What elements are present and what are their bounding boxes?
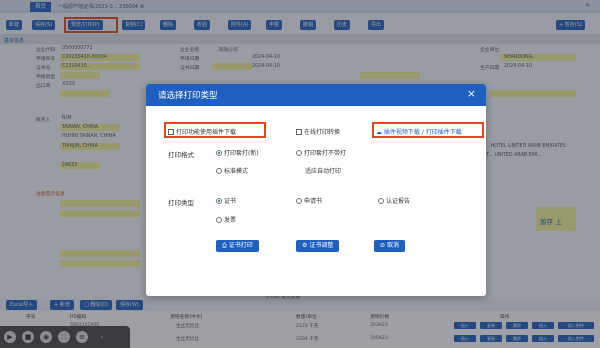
- type-option-certificate[interactable]: 证书: [216, 196, 236, 205]
- print-certificate-button[interactable]: ⎙ 证书打印: [216, 240, 259, 252]
- cancel-button[interactable]: ⊘ 取消: [374, 240, 405, 252]
- close-icon[interactable]: ×: [467, 87, 476, 100]
- radio-selected[interactable]: [216, 150, 222, 156]
- checkbox[interactable]: [168, 129, 174, 135]
- cancel-icon: ⊘: [380, 242, 386, 249]
- option-online-convert[interactable]: 在线打印转换: [296, 127, 340, 136]
- option-label: 适应自动打印: [305, 168, 342, 175]
- radio[interactable]: [216, 217, 222, 223]
- dialog-title: 请选择打印类型: [158, 91, 218, 101]
- cloud-download-icon: ☁: [376, 129, 382, 136]
- download-plugin-link[interactable]: 插件视频下载 / 打印插件下载: [384, 129, 462, 136]
- dialog-header: 请选择打印类型 ×: [146, 84, 486, 106]
- radio[interactable]: [296, 198, 302, 204]
- gear-icon: ⚙: [302, 242, 308, 249]
- button-label: 取消: [386, 242, 399, 249]
- button-label: 证书打印: [228, 242, 253, 249]
- option-label: 在线打印转换: [304, 129, 341, 136]
- type-option-invoice[interactable]: 发票: [216, 215, 236, 224]
- print-format-label: 打印格式: [168, 151, 194, 159]
- format-option-standard[interactable]: 标准模式: [216, 166, 248, 175]
- radio[interactable]: [378, 198, 384, 204]
- checkbox[interactable]: [296, 129, 302, 135]
- option-label: 标准模式: [224, 168, 249, 175]
- type-option-application[interactable]: 申请书: [296, 196, 322, 205]
- radio[interactable]: [296, 150, 302, 156]
- option-download-plugin[interactable]: ☁ 插件视频下载 / 打印插件下载: [376, 127, 462, 136]
- format-option-auto[interactable]: 适应自动打印: [305, 166, 341, 175]
- format-option-new[interactable]: 打印套打(新): [216, 148, 259, 157]
- format-option-nobg[interactable]: 打印套打不带打: [296, 148, 346, 157]
- option-label: 认证报告: [386, 198, 411, 205]
- button-label: 证书调整: [309, 242, 334, 249]
- option-label: 打印套打不带打: [304, 150, 347, 157]
- radio[interactable]: [216, 168, 222, 174]
- option-label: 打印功能使用插件下载: [176, 129, 237, 136]
- option-label: 发票: [224, 217, 237, 224]
- type-option-report[interactable]: 认证报告: [378, 196, 410, 205]
- option-print-browser[interactable]: 打印功能使用插件下载: [168, 127, 236, 136]
- option-label: 申请书: [304, 198, 323, 205]
- radio-selected[interactable]: [216, 198, 222, 204]
- print-type-dialog: 请选择打印类型 × 打印功能使用插件下载 在线打印转换 ☁ 插件视频下载 / 打…: [146, 84, 486, 296]
- adjust-certificate-button[interactable]: ⚙ 证书调整: [296, 240, 340, 252]
- printer-icon: ⎙: [222, 242, 227, 249]
- print-type-label: 打印类型: [168, 199, 194, 207]
- option-label: 打印套打(新): [224, 150, 259, 157]
- option-label: 证书: [224, 198, 237, 205]
